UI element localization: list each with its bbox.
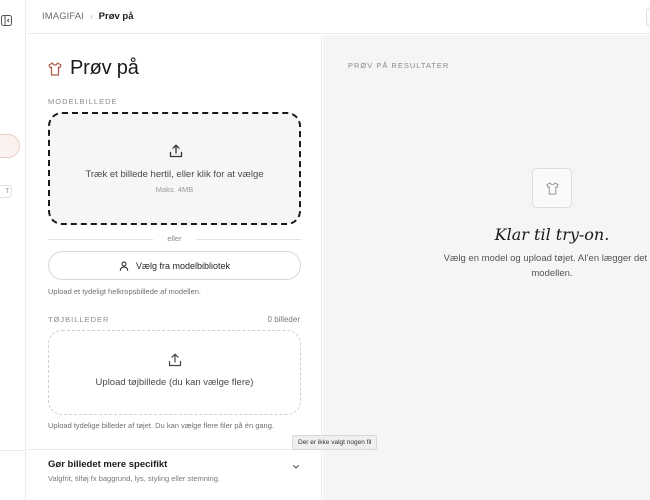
clothes-dropzone-text: Upload tøjbillede (du kan vælge flere) bbox=[95, 377, 254, 388]
upload-icon bbox=[168, 143, 184, 159]
empty-state-description: Vælg en model og upload tøjet. AI'en læg… bbox=[441, 251, 650, 281]
specific-prompt-accordion-title[interactable]: Gør billedet mere specifikt bbox=[48, 459, 167, 470]
sidebar: T bbox=[0, 0, 26, 500]
try-on-form: Prøv på MODELBILLEDE Træk et billede her… bbox=[27, 35, 322, 500]
model-section-label: MODELBILLEDE bbox=[48, 97, 118, 106]
clothes-section-label: TØJBILLEDER bbox=[48, 315, 110, 324]
upload-icon bbox=[167, 352, 183, 368]
user-icon bbox=[119, 261, 129, 271]
app-window: T IMAGIFAI › Prøv på Prøv på MODELBILLED… bbox=[0, 0, 650, 500]
shirt-icon bbox=[47, 61, 63, 77]
chevron-down-icon[interactable] bbox=[291, 459, 301, 469]
or-line-right bbox=[196, 239, 301, 240]
result-panel: PRØV PÅ RESULTATER Klar til try-on. Vælg… bbox=[323, 35, 650, 500]
breadcrumb: IMAGIFAI › Prøv på bbox=[42, 11, 134, 22]
breadcrumb-current: Prøv på bbox=[98, 11, 134, 22]
or-divider: eller bbox=[48, 234, 301, 244]
file-input-tooltip: Der er ikke valgt nogen fil bbox=[292, 435, 378, 450]
empty-state-icon-box bbox=[532, 168, 572, 208]
page-title-row: Prøv på bbox=[47, 57, 139, 80]
result-section-label: PRØV PÅ RESULTATER bbox=[348, 61, 450, 70]
model-hint: Upload et tydeligt helkropsbillede af mo… bbox=[48, 287, 202, 296]
sidebar-badge-text: T bbox=[5, 188, 9, 195]
model-dropzone-limit: Maks. 4MB bbox=[155, 185, 194, 194]
sidebar-divider bbox=[0, 450, 26, 451]
page-title: Prøv på bbox=[70, 57, 139, 79]
choose-from-library-button[interactable]: Vælg fra modelbibliotek bbox=[48, 251, 301, 280]
accordion-divider bbox=[27, 449, 322, 450]
empty-state-title: Klar til try-on. bbox=[494, 225, 610, 244]
clothes-hint: Upload tydelige billeder af tøjet. Du ka… bbox=[48, 421, 274, 430]
shirt-icon bbox=[546, 182, 559, 195]
model-dropzone-text: Træk et billede hertil, eller klik for a… bbox=[85, 169, 264, 180]
breadcrumb-separator: › bbox=[89, 12, 93, 21]
model-dropzone[interactable]: Træk et billede hertil, eller klik for a… bbox=[48, 112, 301, 225]
sidebar-toggle-icon[interactable] bbox=[1, 13, 12, 26]
header: IMAGIFAI › Prøv på bbox=[27, 0, 650, 34]
choose-from-library-label: Vælg fra modelbibliotek bbox=[135, 260, 231, 271]
header-action-button[interactable] bbox=[646, 7, 650, 27]
empty-state-description-line-2: modellen. bbox=[531, 268, 573, 279]
clothes-dropzone[interactable]: Upload tøjbillede (du kan vælge flere) bbox=[48, 330, 301, 415]
empty-state-description-line-1: Vælg en model og upload tøjet. AI'en læg… bbox=[443, 253, 650, 264]
breadcrumb-root[interactable]: IMAGIFAI bbox=[42, 11, 84, 22]
sidebar-active-item[interactable] bbox=[0, 134, 20, 158]
sidebar-badge: T bbox=[0, 185, 12, 198]
clothes-count: 0 billeder bbox=[267, 315, 300, 324]
specific-prompt-accordion-subtitle: Valgfrit, tilføj fx baggrund, lys, styli… bbox=[48, 474, 221, 483]
